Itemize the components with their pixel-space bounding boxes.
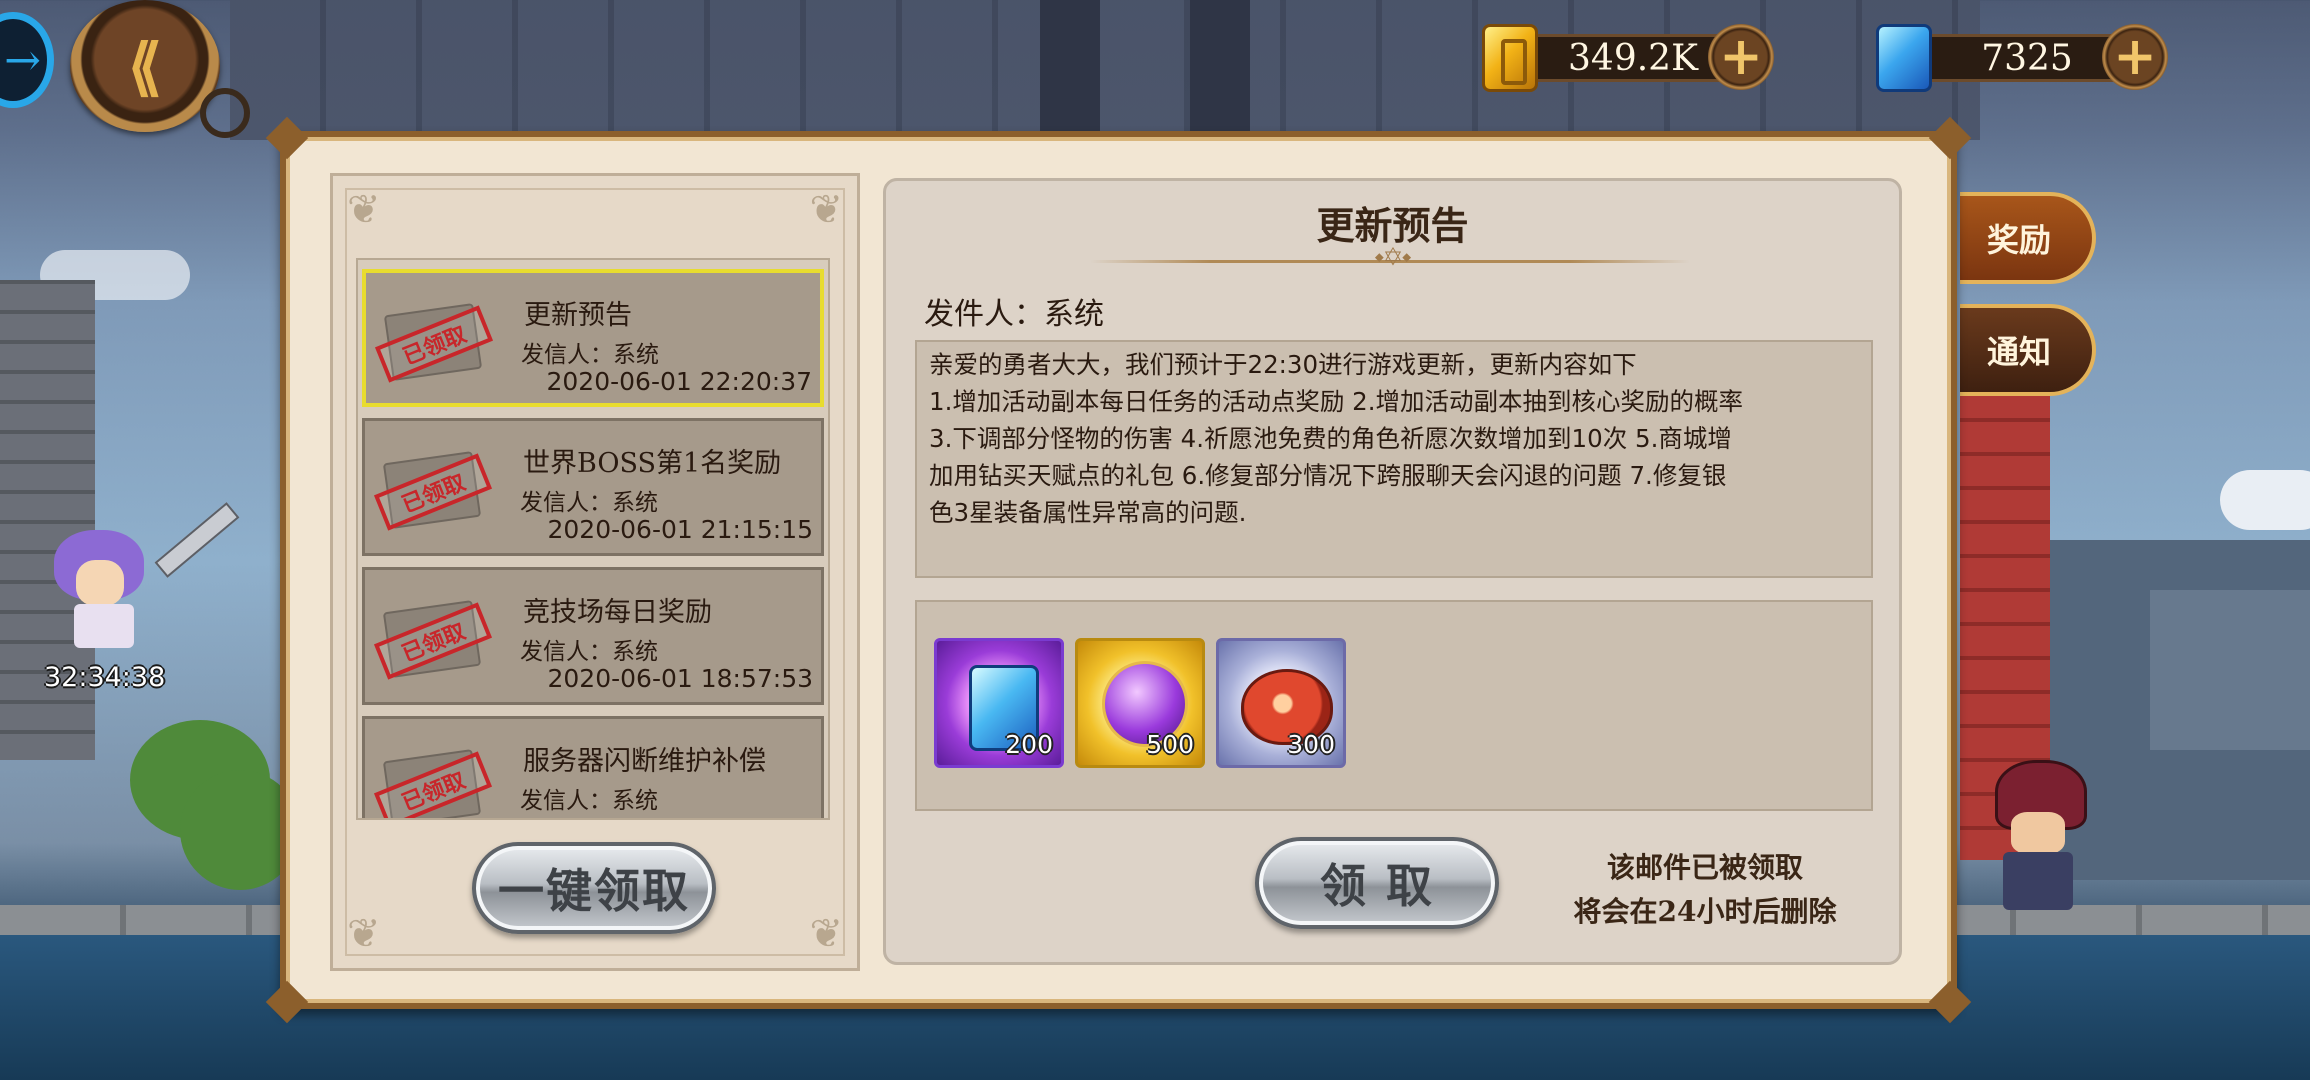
mail-time: 2020-06-01 21:15:15 [547, 515, 813, 544]
mail-sender: 发信人：系统 [520, 639, 658, 665]
mail-content-text: 亲爱的勇者大大，我们预计于22:30进行游戏更新，更新内容如下 1.增加活动副本… [929, 350, 1744, 527]
flourish-ornament-icon: ❦ [347, 911, 381, 957]
reward-item[interactable]: 500 [1075, 638, 1205, 768]
reward-count: 300 [1287, 730, 1335, 759]
mail-envelope-icon: 已领取 [373, 439, 493, 539]
back-button[interactable]: ⟪ [70, 0, 220, 132]
castle-pillar [1190, 0, 1250, 140]
exit-arrow-icon: → [4, 34, 41, 86]
flourish-ornament-icon: ❦ [809, 911, 843, 957]
hero-character[interactable] [44, 520, 164, 650]
claimed-notice: 该邮件已被领取 将会在24小时后删除 [1545, 846, 1865, 934]
mail-list[interactable]: 已领取 更新预告 发信人：系统 2020-06-01 22:20:37 已领取 … [356, 258, 830, 820]
claim-all-button[interactable]: 一键领取 [472, 842, 716, 934]
hero-body [74, 604, 134, 648]
mail-sender: 发信人：系统 [520, 490, 658, 516]
mail-title: 世界BOSS第1名奖励 [523, 448, 782, 479]
npc-body [2003, 852, 2073, 910]
mail-envelope-icon: 已领取 [373, 737, 493, 818]
gem-card-icon [1876, 24, 1932, 92]
mail-envelope-icon: 已领取 [374, 291, 494, 391]
mail-item[interactable]: 已领取 世界BOSS第1名奖励 发信人：系统 2020-06-01 21:15:… [362, 418, 824, 556]
claimed-notice-line-1: 该邮件已被领取 [1606, 851, 1803, 884]
tab-reward[interactable]: 奖励 [1960, 192, 2096, 284]
mail-title: 竞技场每日奖励 [523, 597, 712, 628]
flourish-ornament-icon: ❦ [809, 187, 843, 233]
add-gold-button[interactable]: + [1708, 24, 1774, 90]
mail-item[interactable]: 已领取 更新预告 发信人：系统 2020-06-01 22:20:37 [362, 269, 824, 407]
npc-face [2011, 812, 2065, 854]
tab-notice[interactable]: 通知 [1960, 304, 2096, 396]
back-button-ring [200, 88, 250, 138]
hero-face [76, 560, 124, 606]
town-house [2150, 590, 2310, 750]
claim-button[interactable]: 领 取 [1255, 837, 1499, 929]
gold-currency: 349.2K + [1482, 24, 1778, 96]
mail-sender: 发信人：系统 [520, 788, 658, 814]
castle-pillar [1040, 0, 1100, 140]
sword-icon [154, 502, 240, 578]
mail-item[interactable]: 已领取 竞技场每日奖励 发信人：系统 2020-06-01 18:57:53 [362, 567, 824, 705]
mail-time: 2020-06-01 18:57:53 [547, 664, 813, 693]
cloud [2220, 470, 2310, 530]
gold-bar-icon [1482, 24, 1538, 92]
reward-count: 200 [1005, 730, 1053, 759]
gold-amount: 349.2K [1528, 34, 1738, 82]
reward-count: 500 [1146, 730, 1194, 759]
mail-sender: 发信人：系统 [521, 342, 659, 368]
gem-currency: 7325 + [1876, 24, 2172, 96]
mail-title: 服务器闪断维护补偿 [523, 746, 766, 777]
reward-item[interactable]: 300 [1216, 638, 1346, 768]
add-gem-button[interactable]: + [2102, 24, 2168, 90]
mail-item[interactable]: 已领取 服务器闪断维护补偿 发信人：系统 [362, 716, 824, 818]
reward-item[interactable]: 200 [934, 638, 1064, 768]
mail-time: 2020-06-01 22:20:37 [546, 367, 812, 396]
hero-timer: 32:34:38 [44, 662, 166, 693]
back-arrow-icon: ⟪ [127, 29, 163, 103]
mail-title: 更新预告 [524, 300, 632, 331]
exit-button[interactable]: → [0, 12, 54, 108]
mail-detail-sender: 发件人：系统 [924, 297, 1104, 332]
claimed-notice-line-2: 将会在24小时后删除 [1573, 895, 1837, 928]
mail-envelope-icon: 已领取 [373, 588, 493, 688]
gem-amount: 7325 [1922, 34, 2132, 82]
flourish-ornament-icon: ❦ [347, 187, 381, 233]
npc-character[interactable] [1985, 760, 2095, 910]
star-ornament-icon: ⬩✡⬩ [1374, 242, 1412, 272]
